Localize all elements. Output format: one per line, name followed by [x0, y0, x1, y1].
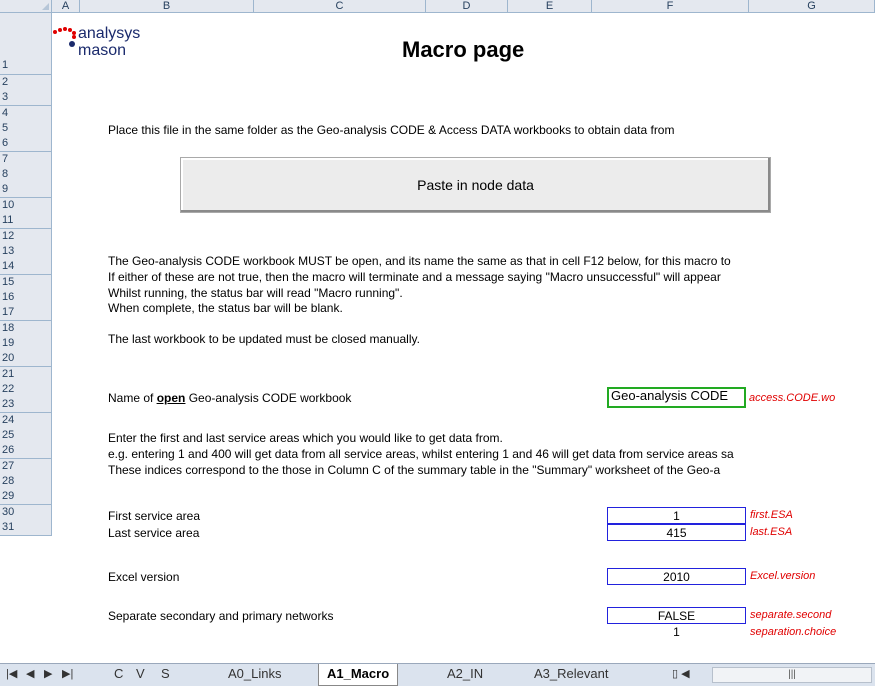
row-header-25[interactable]: 25 [0, 428, 52, 445]
name-label: Name of open Geo-analysis CODE workbook [108, 391, 351, 405]
row-header-11[interactable]: 11 [0, 213, 52, 230]
first-service-label: First service area [108, 509, 201, 523]
column-header-g[interactable]: G [749, 0, 875, 13]
row-header-23[interactable]: 23 [0, 397, 52, 414]
row-header-8[interactable]: 8 [0, 167, 52, 184]
name-label-bold: open [156, 391, 186, 405]
enter-line-2: e.g. entering 1 and 400 will get data fr… [108, 447, 734, 461]
name-label-post: Geo-analysis CODE workbook [185, 391, 352, 405]
note-line-1: The Geo-analysis CODE workbook MUST be o… [108, 254, 731, 268]
separation-choice-cell[interactable]: 1 [607, 624, 746, 641]
sheet-tab-v[interactable]: V [136, 664, 145, 685]
paste-node-data-button[interactable]: Paste in node data [180, 157, 771, 213]
row-header-2[interactable]: 2 [0, 75, 52, 91]
excel-version-note: Excel.version [750, 570, 816, 582]
separation-choice-note: separation.choice [750, 626, 837, 638]
row-header-7[interactable]: 7 [0, 151, 52, 168]
row-header-5[interactable]: 5 [0, 121, 52, 138]
first-service-area-cell[interactable]: 1 [607, 507, 746, 524]
sheet-tab-a3-relevant[interactable]: A3_Relevant [534, 664, 608, 685]
sheet-tab-c[interactable]: C [114, 664, 123, 685]
workbook-name-note: access.CODE.wo [749, 392, 836, 404]
row-header-14[interactable]: 14 [0, 259, 52, 276]
enter-line-1: Enter the first and last service areas w… [108, 431, 503, 445]
row-header-19[interactable]: 19 [0, 335, 52, 352]
column-header-c[interactable]: C [254, 0, 426, 13]
row-header-18[interactable]: 18 [0, 320, 52, 337]
row-header-16[interactable]: 16 [0, 289, 52, 306]
row-header-21[interactable]: 21 [0, 366, 52, 383]
first-service-note: first.ESA [750, 509, 793, 521]
last-service-area-cell[interactable]: 415 [607, 524, 746, 541]
note-line-3: Whilst running, the status bar will read… [108, 286, 403, 300]
column-header-b[interactable]: B [80, 0, 254, 13]
separate-networks-cell[interactable]: FALSE [607, 607, 746, 624]
row-header-15[interactable]: 15 [0, 274, 52, 291]
workbook-name-cell[interactable]: Geo-analysis CODE [607, 387, 746, 408]
row-header-1[interactable]: 1 [0, 13, 52, 75]
row-header-30[interactable]: 30 [0, 504, 52, 521]
select-all-corner[interactable] [0, 0, 52, 13]
logo-line1: analysys [78, 25, 141, 42]
row-header-6[interactable]: 6 [0, 136, 52, 153]
logo-line2: mason [78, 42, 127, 59]
row-header-26[interactable]: 26 [0, 443, 52, 460]
horizontal-scrollbar[interactable]: ||| [712, 667, 872, 683]
spreadsheet-grid: ABCDEFG 1 2 3 4 5 6 7 8 9 10 11 12 13 14 15 16 17 18 19 20 2… [0, 0, 875, 663]
note-line-2: If either of these are not true, then th… [108, 270, 721, 284]
row-header-9[interactable]: 9 [0, 182, 52, 199]
sheet-tab-bar: |◀ ◀ ▶ ▶| C V S A0_Links A1_Macro A2_IN … [0, 663, 875, 686]
row-header-29[interactable]: 29 [0, 489, 52, 506]
row-header-13[interactable]: 13 [0, 243, 52, 260]
row-header-4[interactable]: 4 [0, 105, 52, 122]
row-header-12[interactable]: 12 [0, 228, 52, 245]
sheet-tab-a2-in[interactable]: A2_IN [447, 664, 483, 685]
row-header-28[interactable]: 28 [0, 474, 52, 491]
row-header-24[interactable]: 24 [0, 412, 52, 429]
sheet-tab-a1-macro[interactable]: A1_Macro [318, 664, 399, 686]
row-header-17[interactable]: 17 [0, 305, 52, 322]
row-header-20[interactable]: 20 [0, 351, 52, 368]
column-header-e[interactable]: E [508, 0, 592, 13]
separate-networks-note: separate.second [750, 609, 832, 621]
excel-version-label: Excel version [108, 570, 180, 584]
row-header-31[interactable]: 31 [0, 520, 52, 537]
logo-text: analysys mason [78, 25, 140, 59]
column-header-f[interactable]: F [592, 0, 749, 13]
row-header-3[interactable]: 3 [0, 90, 52, 107]
next-sheet-icon[interactable]: ▶ [44, 667, 52, 680]
name-label-pre: Name of [108, 391, 157, 405]
last-service-note: last.ESA [750, 526, 793, 538]
page-title: Macro page [402, 37, 525, 62]
separate-networks-label: Separate secondary and primary networks [108, 609, 334, 623]
row-header-10[interactable]: 10 [0, 197, 52, 214]
tab-scroll-icon[interactable]: ▯ ◀ [672, 667, 690, 680]
scroll-grip-icon: ||| [788, 669, 796, 680]
sheet-tab-s[interactable]: S [161, 664, 170, 685]
row-header-27[interactable]: 27 [0, 458, 52, 475]
analysys-mason-logo-icon [53, 27, 76, 47]
note-line-4: When complete, the status bar will be bl… [108, 301, 343, 315]
prev-sheet-icon[interactable]: ◀ [26, 667, 34, 680]
row-header-22[interactable]: 22 [0, 382, 52, 398]
last-service-label: Last service area [108, 526, 200, 540]
enter-line-3: These indices correspond to the those in… [108, 463, 721, 477]
excel-version-cell[interactable]: 2010 [607, 568, 746, 585]
note-last-workbook: The last workbook to be updated must be … [108, 332, 420, 346]
first-sheet-icon[interactable]: |◀ [6, 667, 17, 680]
column-header-d[interactable]: D [426, 0, 508, 13]
last-sheet-icon[interactable]: ▶| [62, 667, 73, 680]
sheet-tab-a0-links[interactable]: A0_Links [228, 664, 281, 685]
column-header-a[interactable]: A [52, 0, 80, 13]
instruction-text: Place this file in the same folder as th… [108, 123, 675, 137]
